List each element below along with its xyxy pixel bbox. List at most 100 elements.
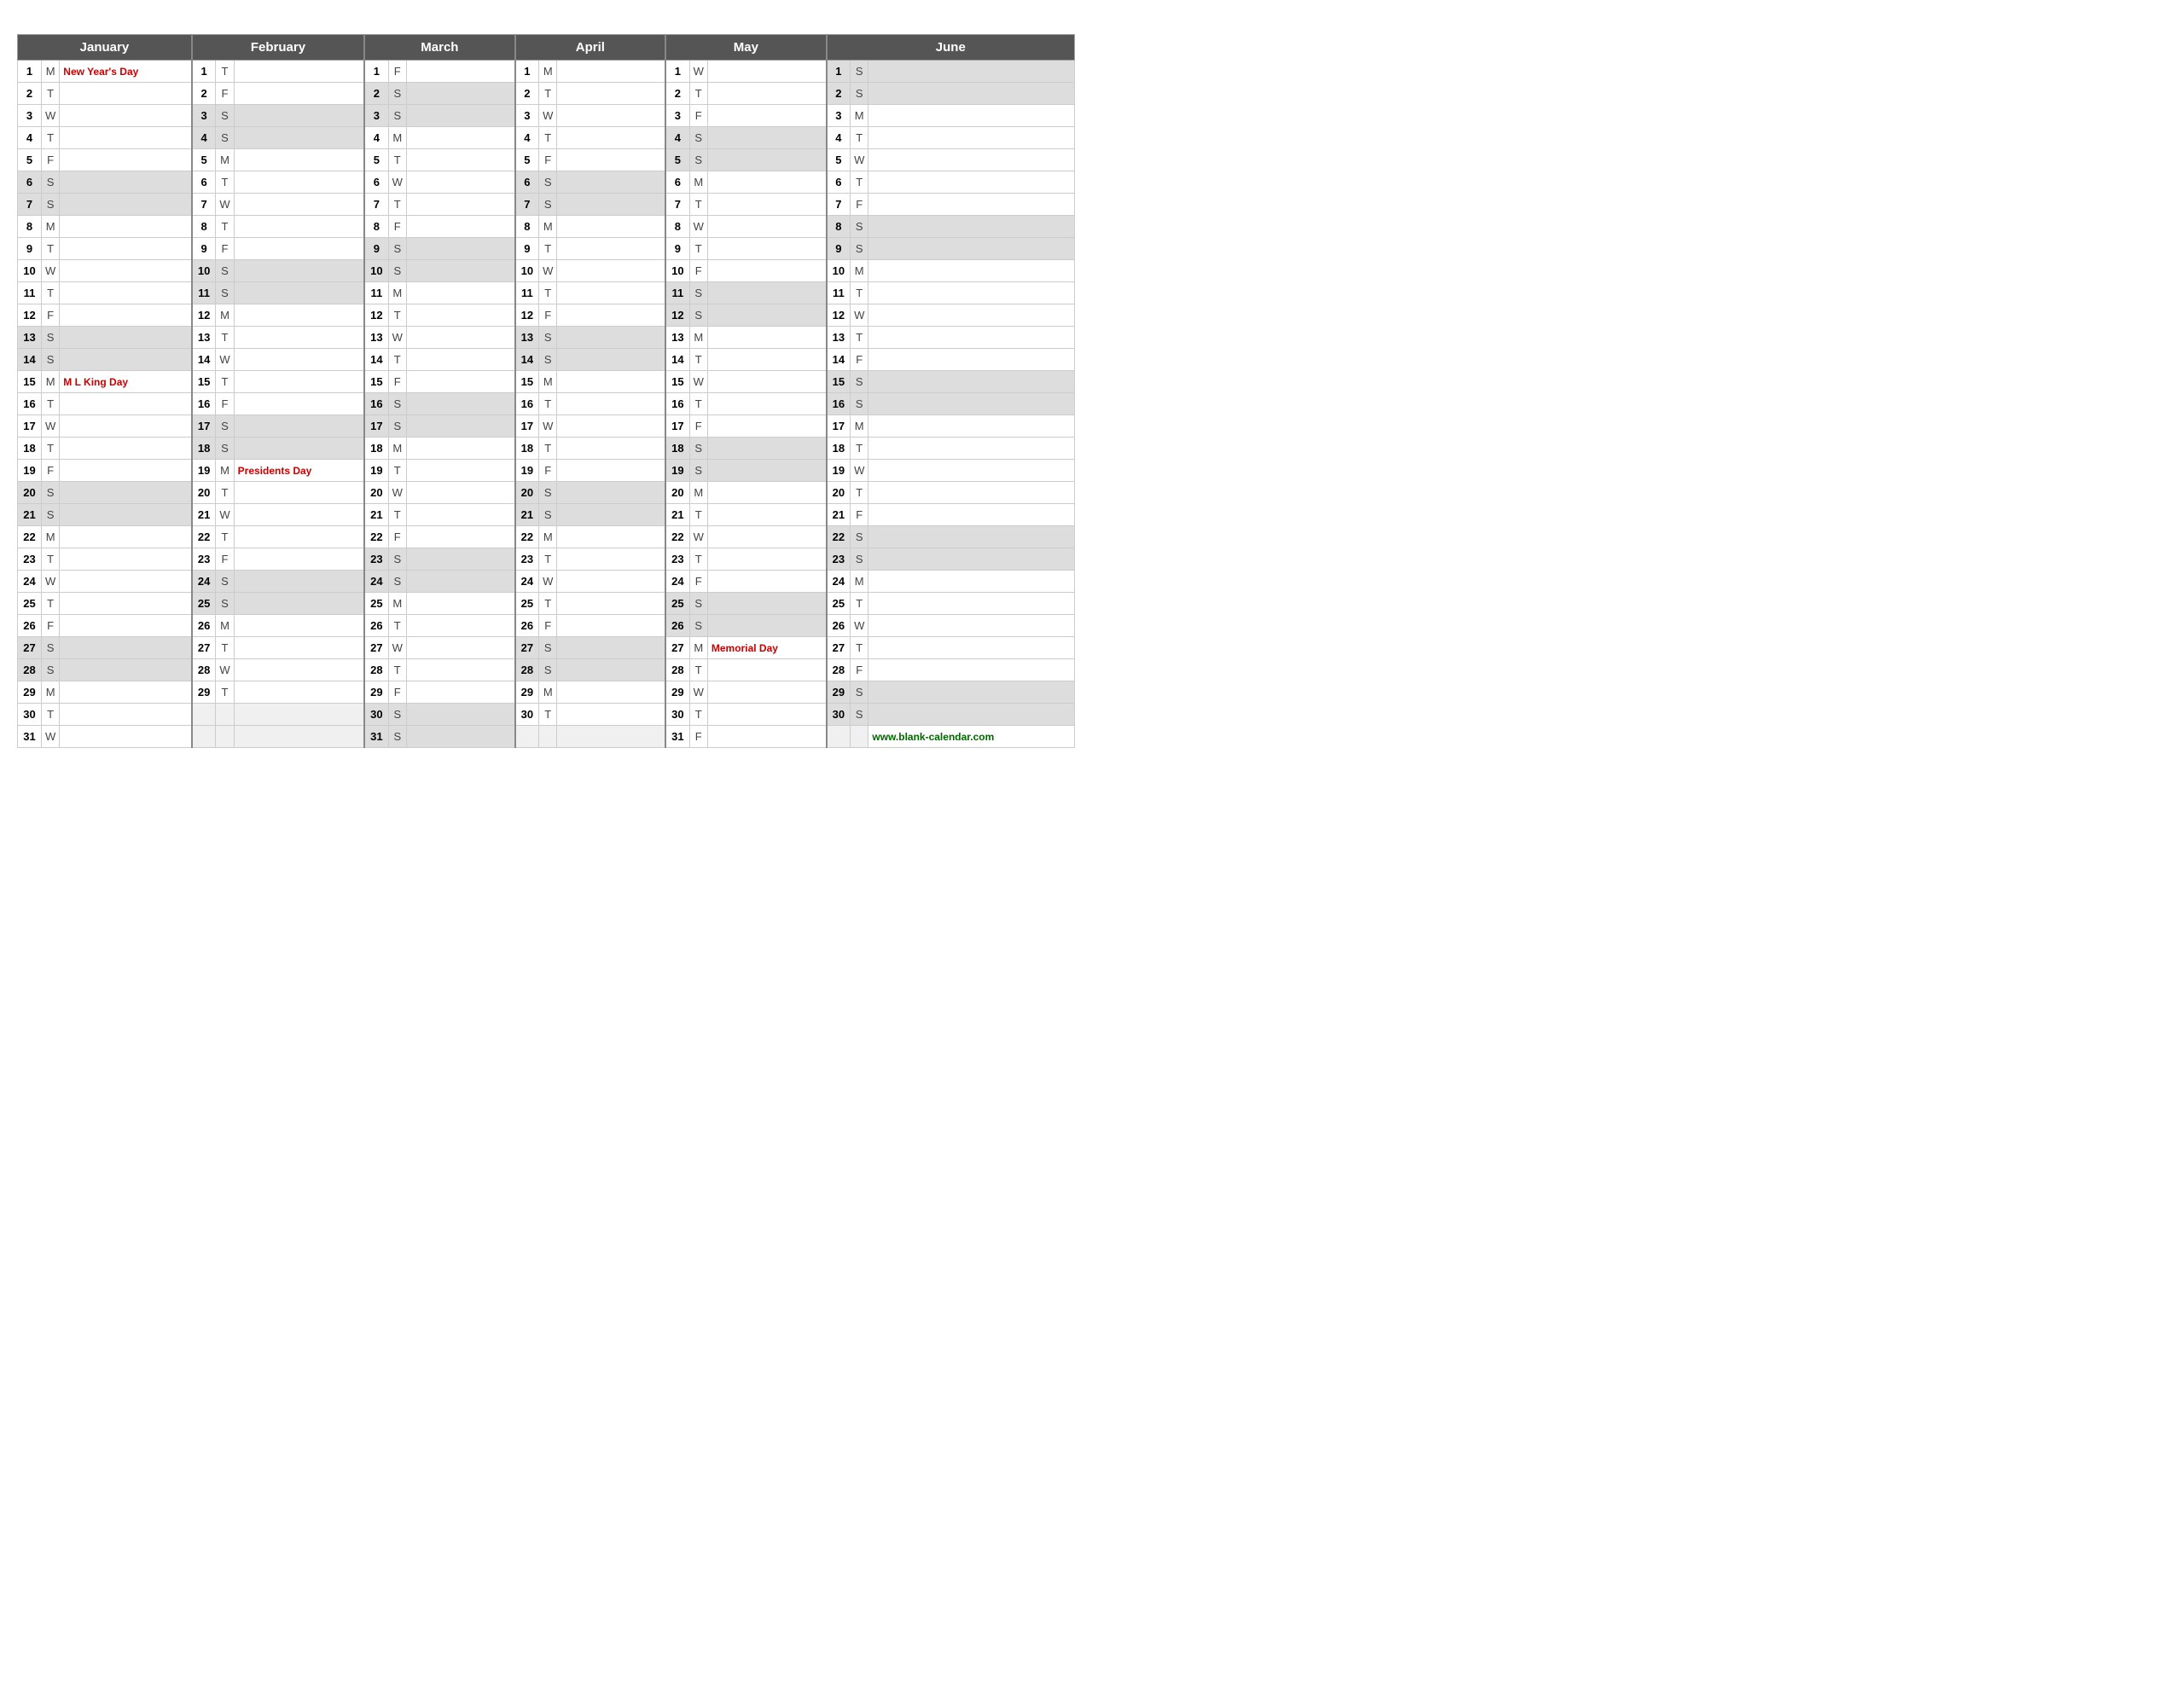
day-num-jun-6: 6: [827, 171, 851, 194]
day-num-feb-3: 3: [192, 105, 216, 127]
website-link: www.blank-calendar.com: [872, 731, 994, 743]
holiday-may-14: [707, 349, 826, 371]
day-num-jun-9: 9: [827, 238, 851, 260]
holiday-mar-18: [406, 438, 514, 460]
day-letter-jun-26: W: [851, 615, 868, 637]
day-letter-mar-25: M: [388, 593, 406, 615]
holiday-apr-17: [557, 415, 665, 438]
holiday-feb-27: [234, 637, 364, 659]
day-num-apr-4: 4: [515, 127, 539, 149]
day-num-jun-5: 5: [827, 149, 851, 171]
day-num-jun-22: 22: [827, 526, 851, 548]
holiday-jun-6: [868, 171, 1075, 194]
day-letter-mar-6: W: [388, 171, 406, 194]
day-num-jan-9: 9: [18, 238, 42, 260]
day-letter-jun-16: S: [851, 393, 868, 415]
day-letter-mar-10: S: [388, 260, 406, 282]
day-letter-jan-31: W: [42, 726, 60, 748]
day-num-feb-16: 16: [192, 393, 216, 415]
day-letter-jan-1: M: [42, 61, 60, 83]
day-num-mar-5: 5: [364, 149, 388, 171]
day-num-may-11: 11: [665, 282, 689, 304]
holiday-jun-20: [868, 482, 1075, 504]
day-letter-may-29: W: [689, 681, 707, 704]
day-num-jun-7: 7: [827, 194, 851, 216]
holiday-apr-6: [557, 171, 665, 194]
day-num-jun-19: 19: [827, 460, 851, 482]
calendar-table: January February March April May June 1M…: [17, 34, 1075, 748]
day-num-feb-6: 6: [192, 171, 216, 194]
day-num-apr-30: 30: [515, 704, 539, 726]
day-letter-jun-5: W: [851, 149, 868, 171]
day-num-apr-26: 26: [515, 615, 539, 637]
holiday-feb-29: [234, 681, 364, 704]
day-num-apr-13: 13: [515, 327, 539, 349]
holiday-may-17: [707, 415, 826, 438]
day-num-jun-23: 23: [827, 548, 851, 571]
day-letter-may-15: W: [689, 371, 707, 393]
day-num-feb-5: 5: [192, 149, 216, 171]
day-num-jun-28: 28: [827, 659, 851, 681]
day-letter-may-31: F: [689, 726, 707, 748]
holiday-may-12: [707, 304, 826, 327]
day-num-may-9: 9: [665, 238, 689, 260]
day-letter-apr-6: S: [539, 171, 557, 194]
day-num-may-8: 8: [665, 216, 689, 238]
holiday-mar-5: [406, 149, 514, 171]
day-letter-apr-2: T: [539, 83, 557, 105]
day-letter-feb-30: [216, 704, 234, 726]
day-num-feb-10: 10: [192, 260, 216, 282]
day-letter-apr-12: F: [539, 304, 557, 327]
day-letter-jun-21: F: [851, 504, 868, 526]
day-letter-jun-15: S: [851, 371, 868, 393]
day-letter-may-17: F: [689, 415, 707, 438]
day-letter-feb-9: F: [216, 238, 234, 260]
day-letter-apr-22: M: [539, 526, 557, 548]
day-num-jun-8: 8: [827, 216, 851, 238]
day-num-may-13: 13: [665, 327, 689, 349]
holiday-mar-31: [406, 726, 514, 748]
holiday-apr-14: [557, 349, 665, 371]
day-num-jan-11: 11: [18, 282, 42, 304]
day-letter-apr-18: T: [539, 438, 557, 460]
day-num-jun-2: 2: [827, 83, 851, 105]
header-april: April: [515, 35, 665, 61]
day-num-feb-29: 29: [192, 681, 216, 704]
day-letter-jan-26: F: [42, 615, 60, 637]
holiday-mar-29: [406, 681, 514, 704]
day-letter-feb-15: T: [216, 371, 234, 393]
day-num-jun-17: 17: [827, 415, 851, 438]
day-letter-feb-16: F: [216, 393, 234, 415]
holiday-jun-10: [868, 260, 1075, 282]
holiday-jan-20: [60, 482, 192, 504]
day-letter-jan-28: S: [42, 659, 60, 681]
day-letter-jun-19: W: [851, 460, 868, 482]
day-num-may-1: 1: [665, 61, 689, 83]
holiday-may-4: [707, 127, 826, 149]
day-num-mar-3: 3: [364, 105, 388, 127]
day-num-jun-21: 21: [827, 504, 851, 526]
day-num-mar-19: 19: [364, 460, 388, 482]
holiday-mar-17: [406, 415, 514, 438]
day-letter-apr-11: T: [539, 282, 557, 304]
day-num-apr-27: 27: [515, 637, 539, 659]
holiday-apr-15: [557, 371, 665, 393]
holiday-jan-9: [60, 238, 192, 260]
holiday-feb-16: [234, 393, 364, 415]
holiday-mar-27: [406, 637, 514, 659]
day-num-apr-20: 20: [515, 482, 539, 504]
day-letter-apr-8: M: [539, 216, 557, 238]
day-letter-may-8: W: [689, 216, 707, 238]
day-letter-apr-31: [539, 726, 557, 748]
holiday-jun-2: [868, 83, 1075, 105]
day-num-may-22: 22: [665, 526, 689, 548]
day-letter-mar-19: T: [388, 460, 406, 482]
day-letter-may-10: F: [689, 260, 707, 282]
holiday-jun-5: [868, 149, 1075, 171]
day-num-jan-30: 30: [18, 704, 42, 726]
holiday-jun-17: [868, 415, 1075, 438]
day-num-feb-31: [192, 726, 216, 748]
holiday-may-10: [707, 260, 826, 282]
day-letter-jan-20: S: [42, 482, 60, 504]
day-letter-feb-13: T: [216, 327, 234, 349]
